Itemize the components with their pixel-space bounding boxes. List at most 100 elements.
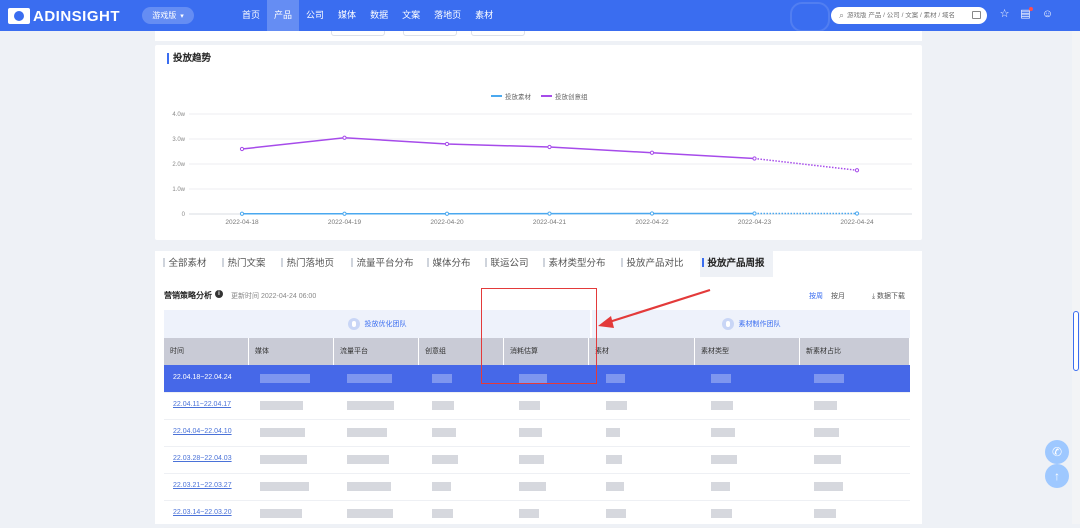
nav-item[interactable]: 首页 xyxy=(235,0,267,31)
tab-divider xyxy=(163,258,165,267)
star-icon[interactable]: ☆ xyxy=(998,8,1011,21)
redacted-cell xyxy=(711,509,732,518)
tab-item[interactable]: 热门文案 xyxy=(222,251,266,277)
data-point[interactable] xyxy=(343,136,346,139)
option-monthly[interactable]: 按月 xyxy=(831,291,845,301)
column-header[interactable]: 时间 xyxy=(164,338,249,365)
search-input[interactable] xyxy=(847,12,967,19)
tab-label: 素材类型分布 xyxy=(549,258,606,269)
redacted-cell xyxy=(519,428,542,437)
info-icon[interactable]: i xyxy=(215,290,223,298)
nav-item[interactable]: 公司 xyxy=(299,0,331,31)
y-tick-label: 1.0w xyxy=(172,187,185,193)
column-header[interactable]: 流量平台 xyxy=(334,338,419,365)
nav-item[interactable]: 数据 xyxy=(363,0,395,31)
nav-item[interactable]: 落地页 xyxy=(427,0,468,31)
redacted-cell xyxy=(432,428,456,437)
column-header[interactable]: 媒体 xyxy=(249,338,334,365)
redacted-cell xyxy=(347,401,394,410)
tab-item[interactable]: 联运公司 xyxy=(485,251,529,277)
notification-dot xyxy=(1029,7,1033,11)
row-date-link[interactable]: 22.04.04~22.04.10 xyxy=(173,428,232,435)
redacted-cell xyxy=(347,374,392,383)
tab-item[interactable]: 流量平台分布 xyxy=(351,251,414,277)
palette-icon xyxy=(722,318,734,330)
row-date-link[interactable]: 22.04.18~22.04.24 xyxy=(173,374,232,381)
redacted-cell xyxy=(260,428,305,437)
tab-label: 热门文案 xyxy=(228,258,266,269)
tab-divider xyxy=(485,258,487,267)
redacted-cell xyxy=(260,374,310,383)
tab-item[interactable]: 投放产品对比 xyxy=(621,251,684,277)
tab-item[interactable]: 媒体分布 xyxy=(427,251,471,277)
message-icon[interactable]: ▤ xyxy=(1019,8,1032,21)
filter-chip[interactable] xyxy=(403,31,457,36)
scrollbar-thumb[interactable] xyxy=(1073,311,1079,371)
y-tick-label: 4.0w xyxy=(172,112,185,118)
tab-divider xyxy=(281,258,283,267)
data-point[interactable] xyxy=(240,212,243,215)
redacted-cell xyxy=(519,401,540,410)
data-point[interactable] xyxy=(650,151,653,154)
user-icon[interactable]: ☺ xyxy=(1041,8,1054,21)
redacted-cell xyxy=(519,482,546,491)
redacted-cell xyxy=(260,401,303,410)
row-date-link[interactable]: 22.03.21~22.03.27 xyxy=(173,482,232,489)
filter-chip[interactable] xyxy=(331,31,385,36)
data-point[interactable] xyxy=(650,212,653,215)
nav-item[interactable]: 媒体 xyxy=(331,0,363,31)
tab-label: 投放产品周报 xyxy=(708,258,765,269)
tab-item[interactable]: 素材类型分布 xyxy=(543,251,606,277)
tab-label: 全部素材 xyxy=(169,258,207,269)
data-point[interactable] xyxy=(855,212,858,215)
download-button[interactable]: ⤓ 数据下载 xyxy=(872,291,905,301)
redacted-cell xyxy=(606,455,622,464)
table-row[interactable]: 22.04.11~22.04.17 xyxy=(164,392,910,420)
data-point[interactable] xyxy=(548,212,551,215)
data-point[interactable] xyxy=(445,142,448,145)
table-row[interactable]: 22.03.28~22.04.03 xyxy=(164,446,910,474)
data-point[interactable] xyxy=(753,212,756,215)
tab-label: 投放产品对比 xyxy=(627,258,684,269)
option-weekly[interactable]: 按周 xyxy=(809,291,823,301)
filter-strip xyxy=(155,31,922,41)
trend-card: 投放趋势 投放素材投放创意组 01.0w2.0w3.0w4.0w2022-04-… xyxy=(155,45,922,240)
version-switch-button[interactable]: 游戏版 ▾ xyxy=(142,7,194,24)
data-point[interactable] xyxy=(855,169,858,172)
tab-item[interactable]: 全部素材 xyxy=(163,251,207,277)
nav-item[interactable]: 素材 xyxy=(468,0,500,31)
x-tick-label: 2022-04-20 xyxy=(430,219,464,226)
data-point[interactable] xyxy=(445,212,448,215)
redacted-cell xyxy=(519,509,539,518)
nav-item[interactable]: 文案 xyxy=(395,0,427,31)
nav-item[interactable]: 产品 xyxy=(267,0,299,31)
download-label: 数据下载 xyxy=(877,293,905,300)
redacted-cell xyxy=(347,455,389,464)
column-header[interactable]: 素材 xyxy=(589,338,695,365)
data-point[interactable] xyxy=(240,147,243,150)
data-point[interactable] xyxy=(753,157,756,160)
column-header[interactable]: 素材类型 xyxy=(695,338,800,365)
table-row[interactable]: 22.03.21~22.03.27 xyxy=(164,473,910,501)
logo[interactable]: ADINSIGHT xyxy=(8,6,120,26)
column-header[interactable]: 新素材占比 xyxy=(800,338,910,365)
redacted-cell xyxy=(260,455,307,464)
data-point[interactable] xyxy=(343,212,346,215)
redacted-cell xyxy=(814,509,836,518)
page-scrollbar[interactable] xyxy=(1072,31,1080,524)
tab-item[interactable]: 热门落地页 xyxy=(281,251,334,277)
table-row[interactable]: 22.04.04~22.04.10 xyxy=(164,419,910,447)
row-date-link[interactable]: 22.03.14~22.03.20 xyxy=(173,509,232,516)
wechat-icon[interactable]: ✆ xyxy=(1045,440,1069,464)
row-date-link[interactable]: 22.03.28~22.04.03 xyxy=(173,455,232,462)
tab-item[interactable]: 投放产品周报 xyxy=(700,251,773,277)
redacted-cell xyxy=(814,455,841,464)
data-point[interactable] xyxy=(548,145,551,148)
back-to-top-icon[interactable]: ↑ xyxy=(1045,464,1069,488)
filter-chip[interactable] xyxy=(471,31,525,36)
search-box[interactable]: ⌕ xyxy=(831,7,987,24)
row-date-link[interactable]: 22.04.11~22.04.17 xyxy=(173,401,231,408)
tab-divider xyxy=(427,258,429,267)
tab-label: 流量平台分布 xyxy=(357,258,414,269)
camera-icon[interactable] xyxy=(972,11,981,19)
